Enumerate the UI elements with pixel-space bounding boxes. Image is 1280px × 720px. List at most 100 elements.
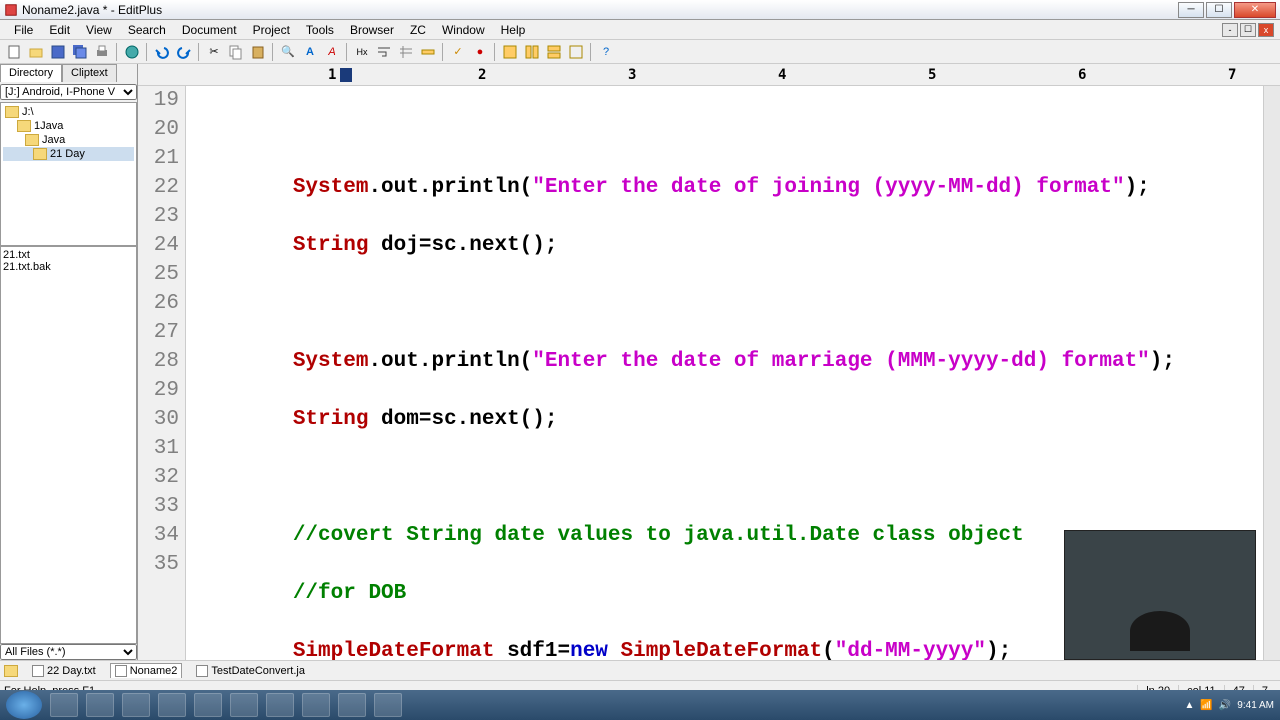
- browser-icon[interactable]: [122, 42, 142, 62]
- record-icon[interactable]: ●: [470, 42, 490, 62]
- tree-item[interactable]: J:\: [3, 105, 134, 119]
- taskbar-chrome-icon[interactable]: [194, 693, 222, 717]
- taskbar-cmd-icon[interactable]: [374, 693, 402, 717]
- tray-volume-icon[interactable]: 🔊: [1219, 700, 1231, 711]
- wrap-icon[interactable]: [374, 42, 394, 62]
- spell-icon[interactable]: ✓: [448, 42, 468, 62]
- folder-icon: [4, 665, 18, 677]
- doc-tab[interactable]: Noname2: [110, 663, 183, 678]
- ruler-mark: 7: [1228, 67, 1236, 83]
- linenum-icon[interactable]: [396, 42, 416, 62]
- menu-zc[interactable]: ZC: [402, 21, 434, 39]
- clock[interactable]: 9:41 AM: [1237, 700, 1274, 711]
- menu-help[interactable]: Help: [493, 21, 534, 39]
- start-button[interactable]: [6, 691, 42, 719]
- doc-tab[interactable]: TestDateConvert.ja: [192, 664, 309, 678]
- ruler-mark: 4: [778, 67, 786, 83]
- taskbar-app-icon[interactable]: [230, 693, 258, 717]
- paste-icon[interactable]: [248, 42, 268, 62]
- ruler-mark: 6: [1078, 67, 1086, 83]
- doc-icon: [115, 665, 127, 677]
- tree-item[interactable]: 21 Day: [3, 147, 134, 161]
- ruler: 1 2 3 4 5 6 7: [138, 64, 1280, 86]
- doc-tab[interactable]: 22 Day.txt: [28, 664, 100, 678]
- window-controls: ─ ☐ ✕: [1178, 2, 1276, 18]
- folder-icon: [33, 148, 47, 160]
- help-icon[interactable]: ?: [596, 42, 616, 62]
- tray-network-icon[interactable]: 📶: [1200, 700, 1212, 711]
- menubar: File Edit View Search Document Project T…: [0, 20, 1280, 40]
- taskbar-firefox-icon[interactable]: [158, 693, 186, 717]
- ruler-mark: 3: [628, 67, 636, 83]
- save-icon[interactable]: [48, 42, 68, 62]
- cut-icon[interactable]: ✂: [204, 42, 224, 62]
- maximize-button[interactable]: ☐: [1206, 2, 1232, 18]
- window4-icon[interactable]: [566, 42, 586, 62]
- mdi-close-button[interactable]: x: [1258, 23, 1274, 37]
- menu-browser[interactable]: Browser: [342, 21, 402, 39]
- tray-flag-icon[interactable]: ▲: [1184, 700, 1194, 711]
- menu-window[interactable]: Window: [434, 21, 493, 39]
- ruler-mark: 5: [928, 67, 936, 83]
- mdi-restore-button[interactable]: ☐: [1240, 23, 1256, 37]
- taskbar-app-icon[interactable]: [338, 693, 366, 717]
- window2-icon[interactable]: [522, 42, 542, 62]
- taskbar-ie-icon[interactable]: [50, 693, 78, 717]
- directory-tree[interactable]: J:\ 1Java Java 21 Day: [0, 102, 137, 246]
- sidebar: Directory Cliptext [J:] Android, I-Phone…: [0, 64, 138, 660]
- open-file-icon[interactable]: [26, 42, 46, 62]
- tree-item[interactable]: 1Java: [3, 119, 134, 133]
- folder-icon: [17, 120, 31, 132]
- doc-icon: [196, 665, 208, 677]
- taskbar-app-icon[interactable]: [302, 693, 330, 717]
- file-list[interactable]: 21.txt 21.txt.bak: [0, 246, 137, 644]
- taskbar-app-icon[interactable]: [266, 693, 294, 717]
- hex-icon[interactable]: Hx: [352, 42, 372, 62]
- new-file-icon[interactable]: [4, 42, 24, 62]
- system-tray[interactable]: ▲ 📶 🔊 9:41 AM: [1184, 700, 1274, 711]
- menu-search[interactable]: Search: [120, 21, 174, 39]
- scrollbar-vertical[interactable]: [1263, 86, 1280, 660]
- file-item[interactable]: 21.txt: [3, 249, 134, 261]
- font-style-icon[interactable]: A: [322, 42, 342, 62]
- taskbar: ▲ 📶 🔊 9:41 AM: [0, 690, 1280, 720]
- mdi-minimize-button[interactable]: -: [1222, 23, 1238, 37]
- tree-item[interactable]: Java: [3, 133, 134, 147]
- redo-icon[interactable]: [174, 42, 194, 62]
- window-title: Noname2.java * - EditPlus: [22, 3, 1178, 17]
- tab-cliptext[interactable]: Cliptext: [62, 64, 117, 82]
- menu-project[interactable]: Project: [245, 21, 298, 39]
- tab-directory[interactable]: Directory: [0, 64, 62, 82]
- find-icon[interactable]: 🔍: [278, 42, 298, 62]
- taskbar-media-icon[interactable]: [122, 693, 150, 717]
- copy-icon[interactable]: [226, 42, 246, 62]
- folder-icon: [5, 106, 19, 118]
- ruler-icon[interactable]: [418, 42, 438, 62]
- undo-icon[interactable]: [152, 42, 172, 62]
- menu-file[interactable]: File: [6, 21, 41, 39]
- document-tabs: 22 Day.txt Noname2 TestDateConvert.ja: [0, 660, 1280, 680]
- close-button[interactable]: ✕: [1234, 2, 1276, 18]
- toolbar: ✂ 🔍 A A Hx ✓ ● ?: [0, 40, 1280, 64]
- save-all-icon[interactable]: [70, 42, 90, 62]
- line-gutter: 1920212223242526272829303132333435: [138, 86, 186, 660]
- ruler-mark: 1: [328, 67, 336, 83]
- file-item[interactable]: 21.txt.bak: [3, 261, 134, 273]
- drive-select[interactable]: [J:] Android, I-Phone V: [0, 84, 137, 100]
- file-filter[interactable]: All Files (*.*): [0, 644, 137, 660]
- webcam-overlay: [1064, 530, 1256, 660]
- menu-document[interactable]: Document: [174, 21, 245, 39]
- doc-icon: [32, 665, 44, 677]
- window1-icon[interactable]: [500, 42, 520, 62]
- menu-view[interactable]: View: [78, 21, 120, 39]
- print-icon[interactable]: [92, 42, 112, 62]
- font-icon[interactable]: A: [300, 42, 320, 62]
- minimize-button[interactable]: ─: [1178, 2, 1204, 18]
- titlebar: Noname2.java * - EditPlus ─ ☐ ✕: [0, 0, 1280, 20]
- window3-icon[interactable]: [544, 42, 564, 62]
- app-icon: [4, 3, 18, 17]
- menu-edit[interactable]: Edit: [41, 21, 78, 39]
- taskbar-explorer-icon[interactable]: [86, 693, 114, 717]
- menu-tools[interactable]: Tools: [298, 21, 342, 39]
- folder-icon: [25, 134, 39, 146]
